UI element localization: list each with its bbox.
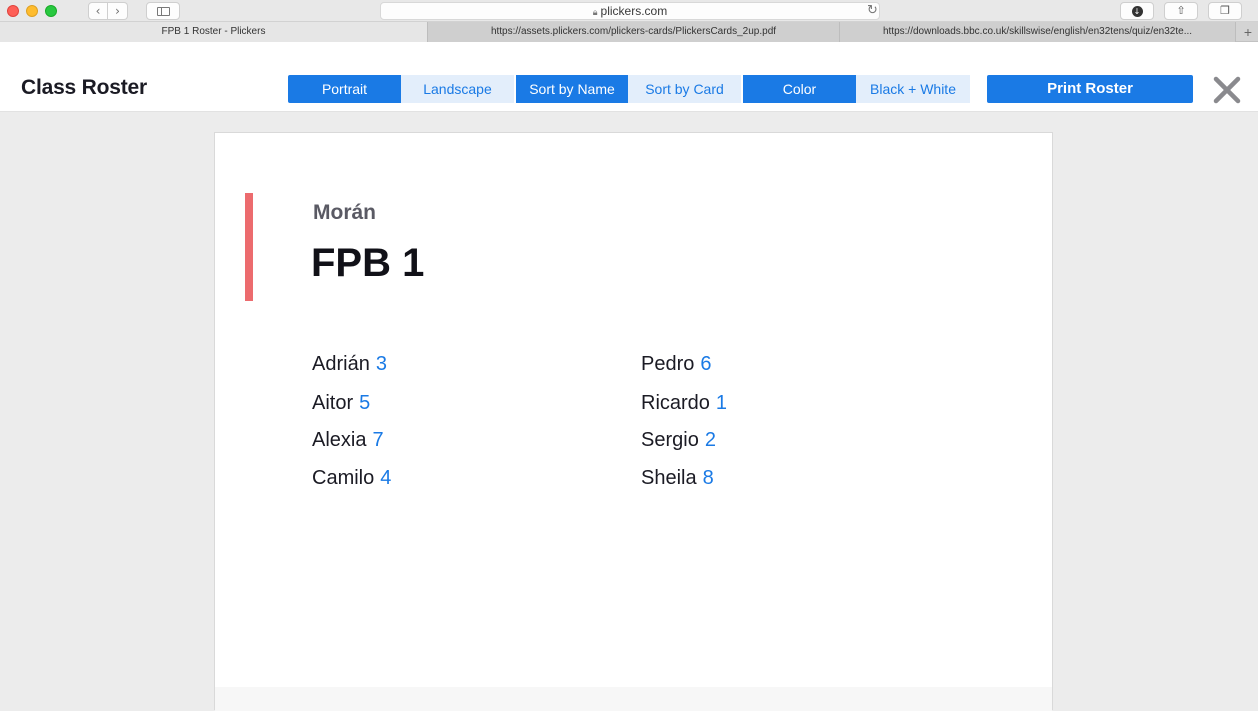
- sort-by-card-toggle[interactable]: Sort by Card: [628, 75, 741, 103]
- student-name: Sergio: [641, 429, 699, 451]
- sort-by-name-toggle[interactable]: Sort by Name: [516, 75, 628, 103]
- address-text: plickers.com: [600, 4, 668, 18]
- new-tab-icon[interactable]: +: [1238, 22, 1258, 42]
- card-number: 7: [372, 429, 384, 451]
- reload-icon[interactable]: ↻: [867, 2, 878, 20]
- color-toggle[interactable]: Color: [743, 75, 856, 103]
- page-footer: [215, 687, 1052, 711]
- student-entry: Ricardo 1: [641, 392, 727, 415]
- show-tabs-button[interactable]: ❐: [1208, 2, 1242, 20]
- back-button[interactable]: ‹: [88, 2, 108, 20]
- card-number: 4: [380, 467, 392, 489]
- student-entry: Alexia 7: [312, 429, 384, 452]
- card-number: 1: [715, 392, 728, 414]
- student-name: Aitor: [312, 392, 354, 414]
- student-name: Pedro: [641, 353, 695, 375]
- sidebar-icon: [157, 7, 170, 16]
- chevron-right-icon: ›: [115, 4, 120, 18]
- student-entry: Pedro 6: [641, 353, 712, 376]
- black-white-toggle[interactable]: Black + White: [856, 75, 970, 103]
- roster-page-preview: Morán FPB 1 Adrián 3 Aitor 5 Alexia 7 Camil…: [214, 132, 1053, 711]
- student-name: Ricardo: [641, 392, 710, 414]
- zoom-window-button[interactable]: [45, 5, 57, 17]
- class-color-bar: [245, 193, 253, 301]
- student-name: Camilo: [312, 467, 375, 489]
- card-number: 6: [700, 353, 712, 375]
- student-entry: Aitor 5: [312, 392, 370, 415]
- student-entry: Adrián 3: [312, 353, 387, 376]
- browser-tab-bbc-quiz[interactable]: https://downloads.bbc.co.uk/skillswise/e…: [840, 22, 1236, 42]
- sidebar-toggle-button[interactable]: [146, 2, 180, 20]
- student-entry: Sheila 8: [641, 467, 714, 490]
- share-button[interactable]: ⇧: [1164, 2, 1198, 20]
- portrait-toggle[interactable]: Portrait: [288, 75, 401, 103]
- card-number: 3: [375, 353, 387, 375]
- address-bar[interactable]: 🔒︎ plickers.com: [380, 2, 880, 20]
- student-name: Adrián: [312, 353, 370, 375]
- class-name: FPB 1: [311, 241, 425, 285]
- browser-tab-roster[interactable]: FPB 1 Roster - Plickers: [0, 22, 428, 42]
- page-title: Class Roster: [21, 76, 147, 99]
- teacher-name: Morán: [313, 201, 376, 224]
- student-entry: Sergio 2: [641, 429, 716, 452]
- student-name: Sheila: [641, 467, 697, 489]
- forward-button[interactable]: ›: [108, 2, 128, 20]
- roster-toolbar: Class Roster Portrait Landscape Sort by …: [0, 42, 1258, 112]
- browser-tab-cards-pdf[interactable]: https://assets.plickers.com/plickers-car…: [428, 22, 840, 42]
- chevron-left-icon: ‹: [95, 4, 101, 18]
- card-number: 5: [359, 392, 371, 414]
- share-icon: ⇧: [1176, 4, 1186, 17]
- student-name: Alexia: [312, 429, 367, 451]
- close-x-icon: [1213, 76, 1241, 104]
- tabs-overview-icon: ❐: [1220, 4, 1230, 17]
- close-window-button[interactable]: [7, 5, 19, 17]
- tab-strip: FPB 1 Roster - Plickers https://assets.p…: [0, 22, 1258, 42]
- minimize-window-button[interactable]: [26, 5, 38, 17]
- student-entry: Camilo 4: [312, 467, 391, 490]
- browser-titlebar: ‹ › 🔒︎ plickers.com ↻ ↓ ⇧ ❐: [0, 0, 1258, 22]
- card-number: 2: [704, 429, 716, 451]
- landscape-toggle[interactable]: Landscape: [401, 75, 514, 103]
- lock-icon: 🔒︎: [592, 7, 598, 17]
- card-number: 8: [702, 467, 714, 489]
- print-roster-button[interactable]: Print Roster: [987, 75, 1193, 103]
- close-icon[interactable]: [1212, 76, 1242, 104]
- download-icon: ↓: [1131, 6, 1143, 17]
- downloads-button[interactable]: ↓: [1120, 2, 1154, 20]
